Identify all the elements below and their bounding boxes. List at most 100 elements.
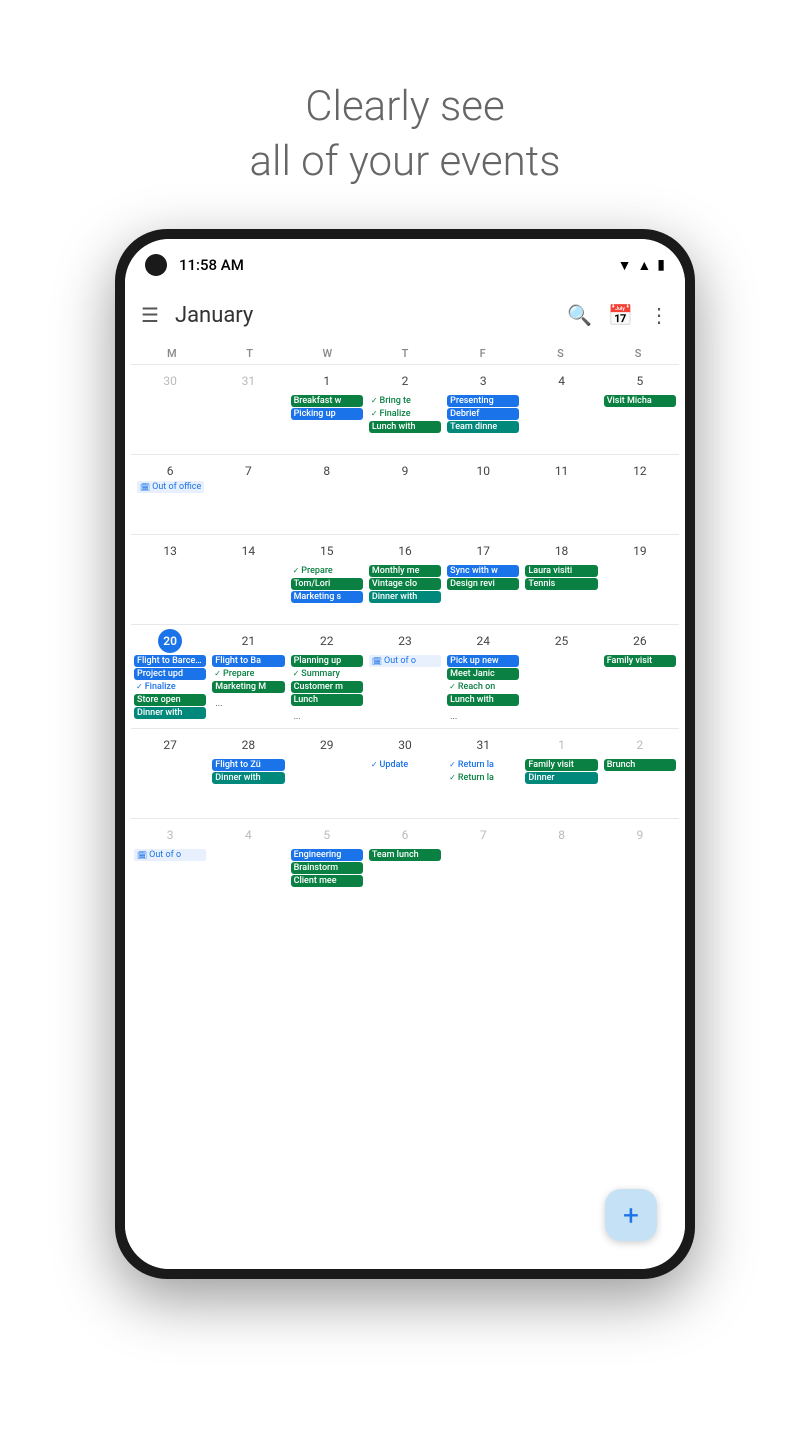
day-28[interactable]: 28 Flight to Zü Dinner with bbox=[209, 729, 287, 818]
event-flight-barcelona[interactable]: Flight to Barcelona bbox=[134, 655, 206, 667]
day-30[interactable]: 30 Update bbox=[366, 729, 444, 818]
event-flight-zu[interactable]: Flight to Zü bbox=[212, 759, 284, 771]
day-25[interactable]: 25 bbox=[522, 625, 600, 728]
event-monthly[interactable]: Monthly me bbox=[369, 565, 441, 577]
day-1[interactable]: 1 Breakfast w Picking up bbox=[288, 365, 366, 454]
day-23[interactable]: 23 🗓 Out of o bbox=[366, 625, 444, 728]
event-dinner-with[interactable]: Dinner with bbox=[134, 707, 206, 719]
day-3[interactable]: 3 Presenting Debrief Team dinne bbox=[444, 365, 522, 454]
event-brunch[interactable]: Brunch bbox=[604, 759, 676, 771]
event-summary[interactable]: Summary bbox=[291, 668, 363, 680]
menu-icon[interactable]: ☰ bbox=[141, 303, 159, 327]
event-breakfast[interactable]: Breakfast w bbox=[291, 395, 363, 407]
day-7-next[interactable]: 7 bbox=[444, 819, 522, 898]
event-marketing-m[interactable]: Marketing M bbox=[212, 681, 284, 693]
day-31-prev[interactable]: 31 bbox=[209, 365, 287, 454]
day-4-next[interactable]: 4 bbox=[209, 819, 287, 898]
day-15[interactable]: 15 Prepare Tom/Lori Marketing s bbox=[288, 535, 366, 624]
event-prepare[interactable]: Prepare bbox=[291, 565, 363, 577]
day-8-next[interactable]: 8 bbox=[522, 819, 600, 898]
more-22[interactable]: ··· bbox=[291, 714, 304, 726]
day-5-next[interactable]: 5 Engineering Brainstorm Client mee bbox=[288, 819, 366, 898]
event-dinner-w[interactable]: Dinner with bbox=[369, 591, 441, 603]
event-lunch-24[interactable]: Lunch with bbox=[447, 694, 519, 706]
event-family-visit-1[interactable]: Family visit bbox=[525, 759, 597, 771]
event-lunch-w[interactable]: Lunch with bbox=[369, 421, 441, 433]
event-presenting[interactable]: Presenting bbox=[447, 395, 519, 407]
more-icon[interactable]: ⋮ bbox=[649, 303, 669, 327]
event-lunch-22[interactable]: Lunch bbox=[291, 694, 363, 706]
event-project-upd[interactable]: Project upd bbox=[134, 668, 206, 680]
event-client[interactable]: Client mee bbox=[291, 875, 363, 887]
event-flight-ba[interactable]: Flight to Ba bbox=[212, 655, 284, 667]
day-7[interactable]: 7 bbox=[209, 455, 287, 534]
fab-add-button[interactable]: + bbox=[605, 1189, 657, 1241]
day-5[interactable]: 5 Visit Micha bbox=[601, 365, 679, 454]
event-store-open[interactable]: Store open bbox=[134, 694, 206, 706]
event-bring[interactable]: Bring te bbox=[369, 395, 441, 407]
day-22[interactable]: 22 Planning up Summary Customer m Lunch … bbox=[288, 625, 366, 728]
day-10[interactable]: 10 bbox=[444, 455, 522, 534]
day-29[interactable]: 29 bbox=[288, 729, 366, 818]
day-2[interactable]: 2 Bring te Finalize Lunch with bbox=[366, 365, 444, 454]
event-return2[interactable]: Return la bbox=[447, 772, 519, 784]
event-reach[interactable]: Reach on bbox=[447, 681, 519, 693]
event-meet-janic[interactable]: Meet Janic bbox=[447, 668, 519, 680]
day-19[interactable]: 19 bbox=[601, 535, 679, 624]
event-engineering[interactable]: Engineering bbox=[291, 849, 363, 861]
more-24[interactable]: ··· bbox=[447, 714, 460, 726]
day-8[interactable]: 8 bbox=[288, 455, 366, 534]
event-return[interactable]: Return la bbox=[447, 759, 519, 771]
event-finalize2[interactable]: Finalize bbox=[134, 681, 206, 693]
day-4[interactable]: 4 bbox=[522, 365, 600, 454]
day-16[interactable]: 16 Monthly me Vintage clo Dinner with bbox=[366, 535, 444, 624]
day-17[interactable]: 17 Sync with w Design revi bbox=[444, 535, 522, 624]
event-debrief[interactable]: Debrief bbox=[447, 408, 519, 420]
day-2-next[interactable]: 2 Brunch bbox=[601, 729, 679, 818]
event-dinner-28[interactable]: Dinner with bbox=[212, 772, 284, 784]
day-6[interactable]: 6 🗓 Out of office bbox=[131, 455, 209, 534]
event-team-lunch[interactable]: Team lunch bbox=[369, 849, 441, 861]
event-picking[interactable]: Picking up bbox=[291, 408, 363, 420]
event-finalize1[interactable]: Finalize bbox=[369, 408, 441, 420]
day-18[interactable]: 18 Laura visiti Tennis bbox=[522, 535, 600, 624]
day-13[interactable]: 13 bbox=[131, 535, 209, 624]
day-12[interactable]: 12 bbox=[601, 455, 679, 534]
oof-event-3[interactable]: 🗓 Out of o bbox=[134, 849, 206, 861]
calendar-icon[interactable]: 📅 bbox=[608, 303, 633, 327]
event-dinner-1[interactable]: Dinner bbox=[525, 772, 597, 784]
day-27[interactable]: 27 bbox=[131, 729, 209, 818]
search-icon[interactable]: 🔍 bbox=[567, 303, 592, 327]
event-sync[interactable]: Sync with w bbox=[447, 565, 519, 577]
day-24[interactable]: 24 Pick up new Meet Janic Reach on Lunch… bbox=[444, 625, 522, 728]
day-26[interactable]: 26 Family visit bbox=[601, 625, 679, 728]
oof-event[interactable]: 🗓 Out of office bbox=[137, 481, 204, 493]
day-20[interactable]: 20 Flight to Barcelona Project upd Final… bbox=[131, 625, 209, 728]
event-brainstorm[interactable]: Brainstorm bbox=[291, 862, 363, 874]
oof-event-23[interactable]: 🗓 Out of o bbox=[369, 655, 441, 667]
more-21[interactable]: ··· bbox=[212, 701, 225, 713]
event-update[interactable]: Update bbox=[369, 759, 441, 771]
event-marketing-s[interactable]: Marketing s bbox=[291, 591, 363, 603]
day-14[interactable]: 14 bbox=[209, 535, 287, 624]
event-tennis[interactable]: Tennis bbox=[525, 578, 597, 590]
day-1-next[interactable]: 1 Family visit Dinner bbox=[522, 729, 600, 818]
event-team-dinner[interactable]: Team dinne bbox=[447, 421, 519, 433]
day-3-next[interactable]: 3 🗓 Out of o bbox=[131, 819, 209, 898]
event-vintage[interactable]: Vintage clo bbox=[369, 578, 441, 590]
event-prepare2[interactable]: Prepare bbox=[212, 668, 284, 680]
event-visit-micha[interactable]: Visit Micha bbox=[604, 395, 676, 407]
day-31[interactable]: 31 Return la Return la bbox=[444, 729, 522, 818]
day-9[interactable]: 9 bbox=[366, 455, 444, 534]
event-tomlori[interactable]: Tom/Lori bbox=[291, 578, 363, 590]
event-customer[interactable]: Customer m bbox=[291, 681, 363, 693]
event-planning[interactable]: Planning up bbox=[291, 655, 363, 667]
day-11[interactable]: 11 bbox=[522, 455, 600, 534]
event-pickup[interactable]: Pick up new bbox=[447, 655, 519, 667]
day-21[interactable]: 21 Flight to Ba Prepare Marketing M ··· bbox=[209, 625, 287, 728]
event-laura[interactable]: Laura visiti bbox=[525, 565, 597, 577]
event-design-review[interactable]: Design revi bbox=[447, 578, 519, 590]
event-family-visit-26[interactable]: Family visit bbox=[604, 655, 676, 667]
day-9-next[interactable]: 9 bbox=[601, 819, 679, 898]
day-30-prev[interactable]: 30 bbox=[131, 365, 209, 454]
